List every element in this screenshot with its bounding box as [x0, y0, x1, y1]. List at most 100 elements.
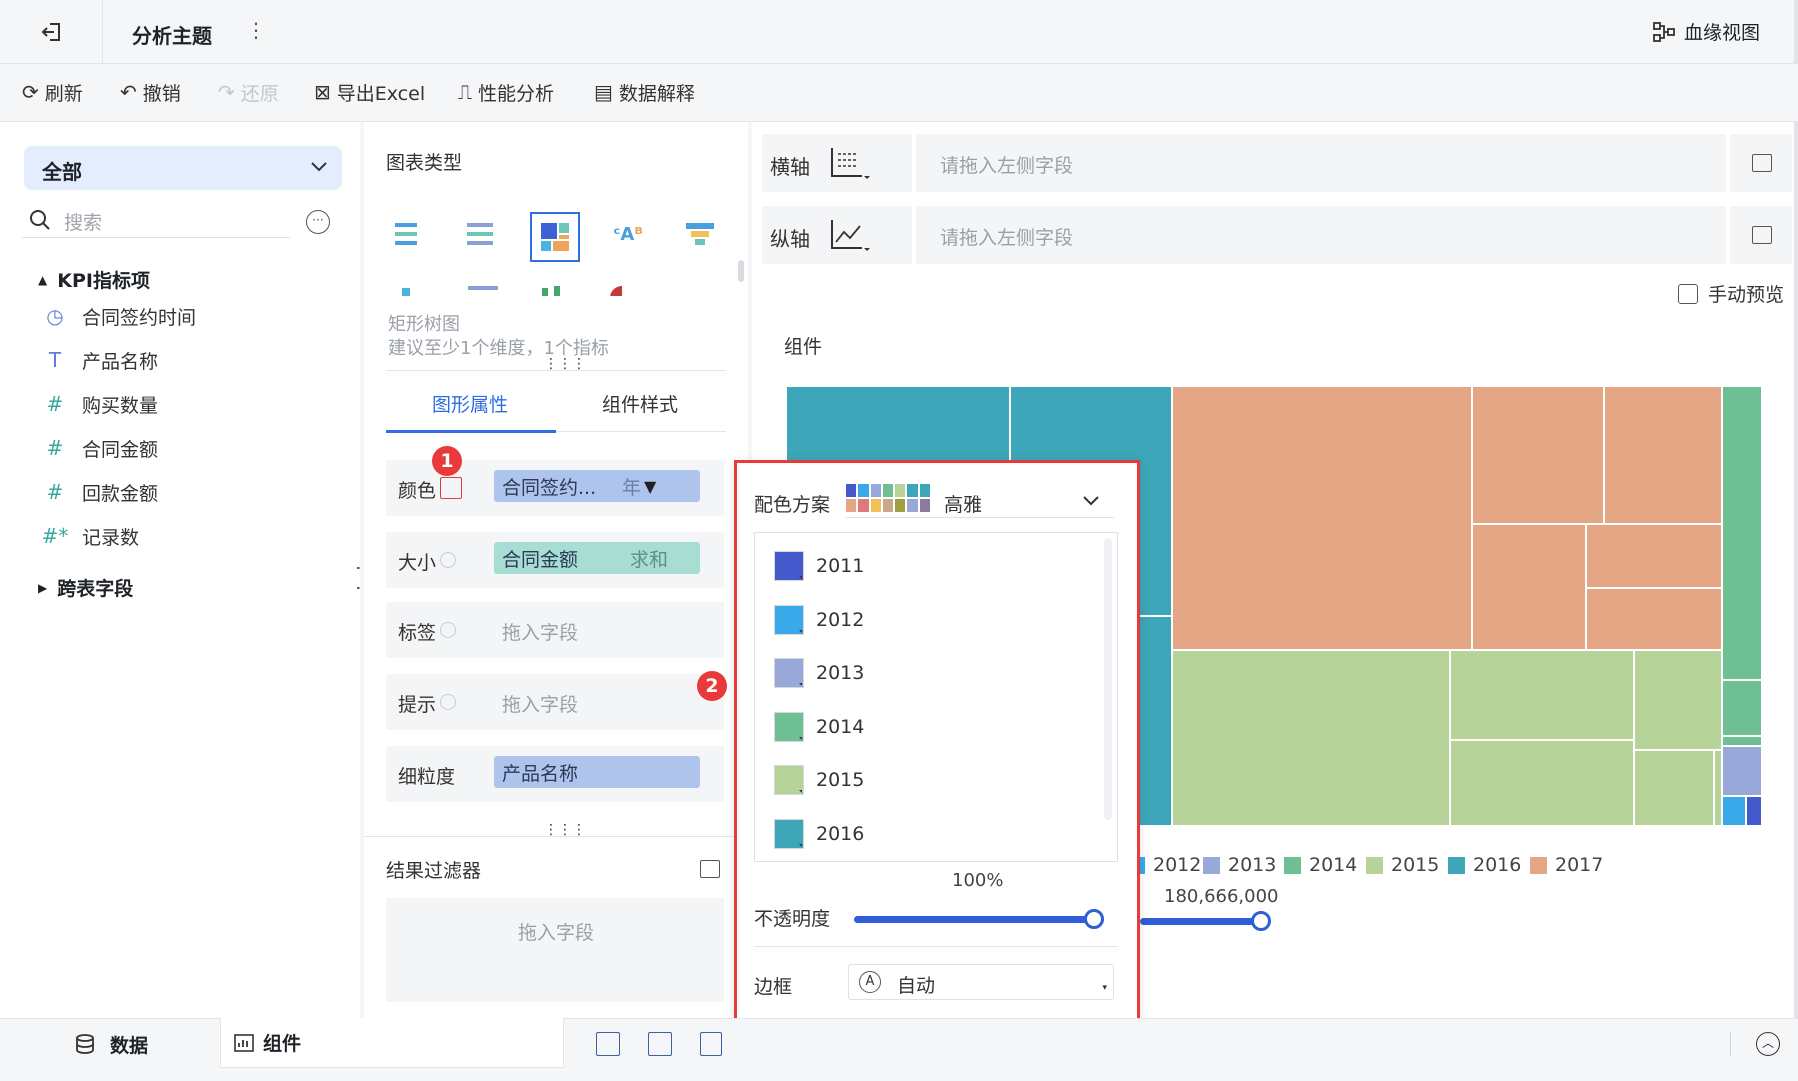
tooltip-gear-icon[interactable] — [440, 694, 456, 710]
legend-item[interactable]: 2016 — [1448, 854, 1521, 876]
add-dashboard-icon[interactable] — [648, 1032, 672, 1056]
color-swatch[interactable] — [774, 604, 804, 635]
scope-select[interactable]: 全部 — [24, 146, 342, 190]
field-item[interactable]: # 购买数量 — [40, 384, 158, 424]
prop-label-row[interactable]: 标签 拖入字段 — [386, 602, 724, 658]
treemap-rect[interactable] — [1722, 386, 1762, 680]
chart-type-treemap[interactable] — [530, 212, 580, 262]
x-axis-type-icon[interactable] — [828, 146, 872, 182]
color-item[interactable]: 2014 — [774, 707, 864, 747]
more-icon[interactable]: ⋮ — [246, 18, 266, 42]
treemap-rect[interactable] — [1472, 386, 1604, 524]
color-item[interactable]: 2013 — [774, 653, 864, 693]
y-axis-dropzone[interactable]: 请拖入左侧字段 — [912, 206, 1730, 264]
color-swatch[interactable] — [774, 765, 804, 795]
field-panel — [0, 122, 360, 1020]
filter-dropzone[interactable]: 拖入字段 — [386, 898, 724, 1002]
perf-analysis-button[interactable]: ⎍ 性能分析 — [458, 78, 554, 106]
color-list-scrollbar[interactable] — [1104, 538, 1112, 820]
treemap-rect[interactable] — [1714, 750, 1722, 826]
back-icon[interactable] — [38, 18, 66, 46]
size-gear-icon[interactable] — [440, 552, 456, 568]
add-report-icon[interactable] — [700, 1032, 722, 1056]
lineage-view-button[interactable]: 血缘视图 — [1652, 18, 1760, 45]
granularity-label: 细粒度 — [398, 766, 456, 788]
filter-settings-icon[interactable] — [700, 860, 720, 878]
opacity-slider-handle[interactable] — [1084, 909, 1104, 929]
color-item[interactable]: 2012 — [774, 600, 864, 640]
color-swatch[interactable] — [774, 551, 804, 581]
field-item[interactable]: T 产品名称 — [40, 340, 158, 380]
chart-type-funnel[interactable] — [678, 212, 722, 256]
border-select[interactable]: A 自动 ▾ — [848, 964, 1114, 1000]
export-excel-button[interactable]: ⊠ 导出Excel — [314, 78, 425, 106]
add-chart-icon[interactable] — [596, 1032, 620, 1056]
refresh-button[interactable]: ⟳ 刷新 — [22, 78, 83, 106]
treemap-rect[interactable] — [1722, 796, 1746, 826]
color-item[interactable]: 2015 — [774, 760, 864, 800]
tab-component-style[interactable]: 组件样式 — [602, 390, 678, 417]
treemap-rect[interactable] — [1450, 650, 1634, 740]
legend-item[interactable]: 2015 — [1366, 854, 1439, 876]
x-axis-dropzone[interactable]: 请拖入左侧字段 — [912, 134, 1730, 192]
more-options-icon[interactable]: ··· — [306, 210, 330, 234]
filter-icon[interactable]: ▼ — [644, 477, 656, 496]
color-swatch[interactable] — [774, 658, 804, 688]
color-field-pill[interactable]: 合同签约... 年 ▼ — [494, 470, 700, 502]
prop-tooltip-row[interactable]: 提示 拖入字段 — [386, 674, 724, 730]
treemap-rect[interactable] — [1604, 386, 1722, 524]
group-cross[interactable]: ▶ 跨表字段 — [38, 574, 133, 601]
tab-component[interactable]: 组件 — [220, 1018, 564, 1068]
field-item[interactable]: # 回款金额 — [40, 472, 158, 512]
treemap-rect[interactable] — [1634, 750, 1714, 826]
tab-shape-props[interactable]: 图形属性 — [432, 390, 508, 417]
treemap-rect[interactable] — [1172, 650, 1450, 826]
chart-list-scrollbar[interactable] — [738, 260, 744, 282]
treemap-rect[interactable] — [1472, 524, 1586, 650]
color-gear-icon[interactable] — [440, 477, 462, 499]
color-item[interactable]: 2011 — [774, 546, 864, 586]
treemap-rect[interactable] — [1172, 386, 1472, 650]
treemap-rect[interactable] — [1586, 524, 1722, 588]
data-explain-button[interactable]: ▤ 数据解释 — [594, 78, 695, 106]
tab-data[interactable]: 数据 — [74, 1020, 148, 1068]
chart-type-wordcloud[interactable]: ᶜA ᴮ — [606, 212, 650, 256]
size-slider-handle[interactable] — [1251, 911, 1271, 931]
legend-item[interactable]: 2017 — [1530, 854, 1603, 876]
search-input[interactable]: 搜索 — [22, 202, 290, 238]
x-axis-settings-icon[interactable] — [1752, 154, 1772, 172]
legend-item[interactable]: 2013 — [1203, 854, 1276, 876]
chart-type-rank[interactable] — [460, 212, 504, 256]
redo-button[interactable]: ↷ 还原 — [218, 78, 279, 106]
color-swatch[interactable] — [774, 818, 804, 849]
explain-label: 数据解释 — [618, 82, 695, 105]
treemap-rect[interactable] — [1586, 588, 1722, 650]
treemap-rect[interactable] — [1722, 680, 1762, 736]
chart-type-list[interactable] — [388, 212, 432, 256]
treemap-rect[interactable] — [1746, 796, 1762, 826]
scope-label: 全部 — [42, 160, 82, 184]
manual-preview-toggle[interactable]: 手动预览 — [1678, 280, 1784, 307]
scheme-select[interactable]: 高雅 — [846, 482, 1114, 518]
group-kpi[interactable]: ▲ KPI指标项 — [38, 266, 150, 293]
treemap-rect[interactable] — [1450, 740, 1634, 826]
field-item[interactable]: #* 记录数 — [40, 516, 139, 556]
color-swatch[interactable] — [774, 711, 804, 742]
undo-button[interactable]: ↶ 撤销 — [120, 78, 181, 106]
treemap-rect[interactable] — [1634, 650, 1722, 750]
field-item[interactable]: ◷ 合同签约时间 — [40, 296, 196, 336]
legend-item[interactable]: 2014 — [1284, 854, 1357, 876]
granularity-field-pill[interactable]: 产品名称 — [494, 756, 700, 788]
manual-preview-checkbox[interactable] — [1678, 283, 1698, 304]
opacity-slider-track[interactable] — [854, 916, 1104, 923]
label-gear-icon[interactable] — [440, 622, 456, 638]
y-axis-settings-icon[interactable] — [1752, 226, 1772, 244]
size-field-pill[interactable]: 合同金额 求和 — [494, 542, 700, 574]
size-slider-track[interactable] — [1140, 918, 1260, 925]
collapse-up-icon[interactable]: ︿ — [1756, 1032, 1780, 1056]
y-axis-type-icon[interactable] — [828, 218, 872, 254]
treemap-rect[interactable] — [1722, 746, 1762, 796]
field-item[interactable]: # 合同金额 — [40, 428, 158, 468]
color-item[interactable]: 2016 — [774, 814, 864, 854]
treemap-rect[interactable] — [1722, 736, 1762, 746]
